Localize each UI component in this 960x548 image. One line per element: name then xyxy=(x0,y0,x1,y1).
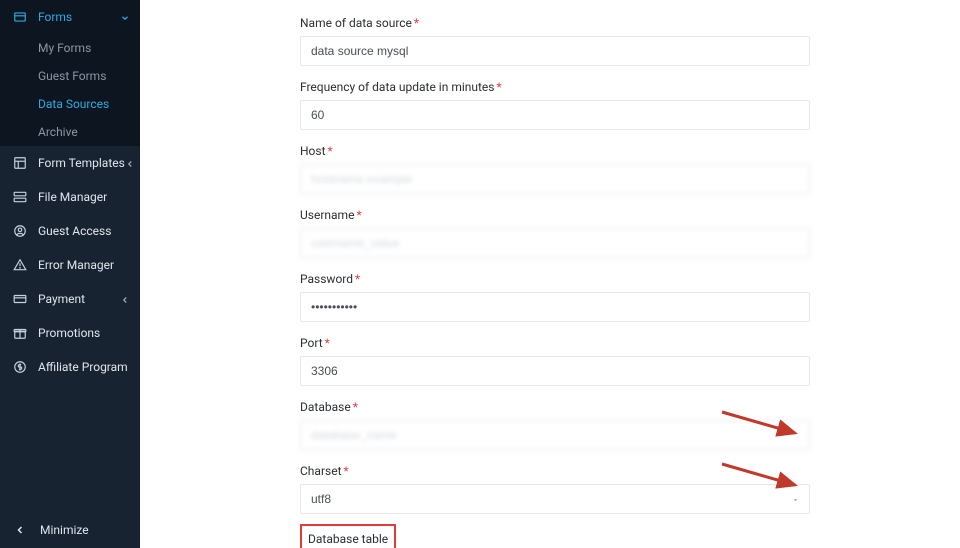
caret-down-icon xyxy=(791,490,800,509)
chevron-left-icon xyxy=(12,522,28,538)
label-charset: Charset* xyxy=(300,464,349,478)
chevron-left-icon xyxy=(125,158,135,168)
input-name[interactable] xyxy=(300,36,810,66)
forms-submenu: My Forms Guest Forms Data Sources Archiv… xyxy=(0,34,140,146)
chevron-left-icon xyxy=(120,294,130,304)
sidebar-item-forms[interactable]: Forms xyxy=(0,0,140,34)
sidebar-subitem-archive[interactable]: Archive xyxy=(0,118,140,146)
payment-icon xyxy=(12,291,28,307)
sidebar-item-form-templates[interactable]: Form Templates xyxy=(0,146,140,180)
affiliate-icon xyxy=(12,359,28,375)
minimize-label: Minimize xyxy=(40,523,89,537)
label-username: Username* xyxy=(300,208,362,222)
sidebar-subitem-guestforms[interactable]: Guest Forms xyxy=(0,62,140,90)
label-host: Host* xyxy=(300,144,333,158)
input-password[interactable] xyxy=(300,292,810,322)
promotions-icon xyxy=(12,325,28,341)
sidebar-subitem-datasources[interactable]: Data Sources xyxy=(0,90,140,118)
templates-icon xyxy=(12,155,28,171)
sidebar-item-label: Form Templates xyxy=(38,156,125,170)
sidebar-item-label: Payment xyxy=(38,292,120,306)
sidebar-item-file-manager[interactable]: File Manager xyxy=(0,180,140,214)
sidebar-item-guest-access[interactable]: Guest Access xyxy=(0,214,140,248)
guest-access-icon xyxy=(12,223,28,239)
select-charset[interactable] xyxy=(300,484,810,514)
label-port: Port* xyxy=(300,336,330,350)
error-manager-icon xyxy=(12,257,28,273)
sidebar-item-label: Forms xyxy=(38,10,120,24)
sidebar-minimize[interactable]: Minimize xyxy=(12,522,128,538)
chevron-down-icon xyxy=(120,12,130,22)
sidebar-item-promotions[interactable]: Promotions xyxy=(0,316,140,350)
label-database-table: Database table xyxy=(308,532,388,546)
file-manager-icon xyxy=(12,189,28,205)
sidebar-item-label: Promotions xyxy=(38,326,130,340)
sidebar-item-error-manager[interactable]: Error Manager xyxy=(0,248,140,282)
label-freq: Frequency of data update in minutes* xyxy=(300,80,502,94)
sidebar-subitem-myforms[interactable]: My Forms xyxy=(0,34,140,62)
input-database[interactable] xyxy=(300,420,810,450)
input-port[interactable] xyxy=(300,356,810,386)
sidebar-item-affiliate[interactable]: Affiliate Program xyxy=(0,350,140,384)
sidebar: Forms My Forms Guest Forms Data Sources … xyxy=(0,0,140,548)
label-name: Name of data source* xyxy=(300,16,419,30)
main-content: Name of data source* Frequency of data u… xyxy=(140,0,960,548)
label-database: Database* xyxy=(300,400,358,414)
label-password: Password* xyxy=(300,272,360,286)
input-freq[interactable] xyxy=(300,100,810,130)
forms-icon xyxy=(12,9,28,25)
sidebar-item-label: File Manager xyxy=(38,190,130,204)
input-username[interactable] xyxy=(300,228,810,258)
sidebar-item-label: Guest Access xyxy=(38,224,130,238)
highlight-database-table: Database table xyxy=(300,524,396,548)
sidebar-item-label: Affiliate Program xyxy=(38,360,130,374)
sidebar-item-label: Error Manager xyxy=(38,258,130,272)
sidebar-item-payment[interactable]: Payment xyxy=(0,282,140,316)
input-host[interactable] xyxy=(300,164,810,194)
